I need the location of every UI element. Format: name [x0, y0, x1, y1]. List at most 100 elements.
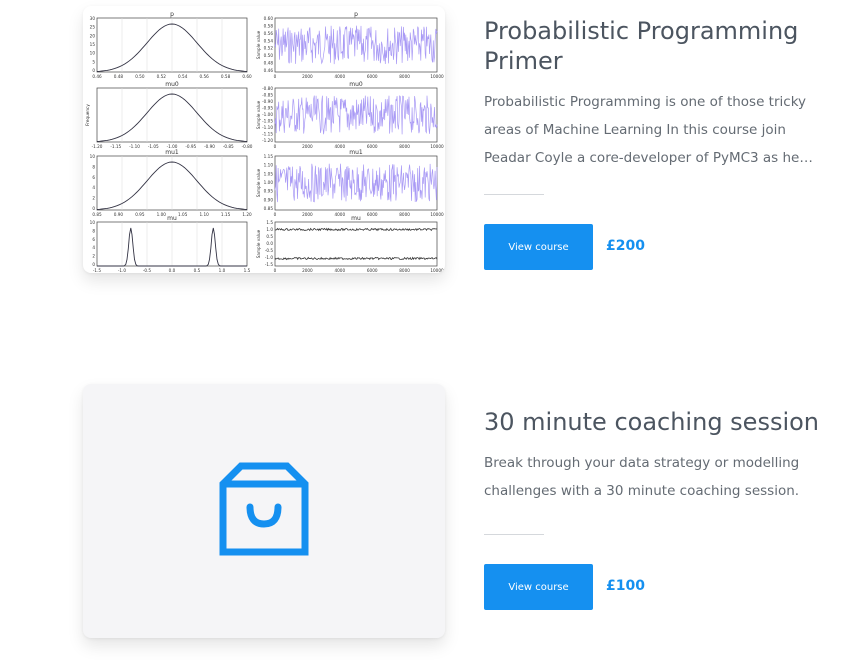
trace-xtick: 6000 [367, 74, 378, 79]
trace-xtick: 2000 [302, 74, 313, 79]
density-ytick: 15 [90, 42, 96, 47]
trace-ytick: 1.0 [266, 227, 273, 232]
trace-ytick: 0.52 [264, 46, 274, 51]
density-ytick: 4 [92, 185, 95, 190]
trace-ytick: 0.85 [264, 206, 274, 211]
trace-ytick: 1.00 [264, 180, 274, 185]
trace-xtick: 4000 [334, 144, 345, 149]
density-ylabel: Frequency [85, 104, 90, 126]
trace-title: mu0 [349, 81, 363, 88]
density-title: mu1 [165, 149, 179, 156]
divider [484, 194, 544, 195]
trace-ytick: -0.5 [265, 248, 274, 253]
trace-ylabel: Sample value [256, 229, 261, 258]
trace-ylabel: Sample value [256, 30, 261, 59]
course-image-placeholder[interactable] [83, 384, 445, 638]
trace-ytick: -1.5 [265, 262, 274, 267]
density-ytick: 10 [90, 51, 96, 56]
course-title[interactable]: 30 minute coaching session [484, 407, 844, 437]
course-description: Probabilistic Programming is one of thos… [484, 88, 824, 172]
trace-ytick: 1.5 [266, 220, 273, 225]
view-course-button[interactable]: View course [484, 224, 593, 270]
trace-ytick: 0.0 [266, 241, 273, 246]
density-xtick: -1.05 [148, 144, 159, 149]
density-xtick: -0.5 [143, 268, 152, 273]
trace-ytick: 0.5 [266, 234, 273, 239]
shopping-bag-icon [219, 462, 309, 556]
density-xtick: 1.20 [242, 212, 252, 217]
trace-xtick: 0 [274, 268, 277, 273]
density-xtick: 0.54 [178, 74, 188, 79]
density-ytick: 0 [92, 206, 95, 211]
trace-xtick: 6000 [367, 212, 378, 217]
density-title: p [170, 11, 174, 18]
description-line: challenges with a 30 minute coaching ses… [484, 483, 800, 499]
density-ytick: 8 [92, 228, 95, 233]
trace-ytick: -1.0 [265, 255, 274, 260]
course-price: £100 [606, 578, 645, 594]
density-xtick: 0.60 [242, 74, 252, 79]
divider [484, 534, 544, 535]
description-line: Break through your data strategy or mode… [484, 455, 800, 471]
trace-ytick: 1.10 [264, 163, 274, 168]
density-xtick: -1.10 [129, 144, 140, 149]
trace-xtick: 10000 [430, 74, 444, 79]
density-xtick: -0.85 [223, 144, 234, 149]
course-title[interactable]: Probabilistic Programming Primer [484, 16, 844, 76]
course-price: £200 [606, 238, 645, 254]
density-xtick: -0.95 [185, 144, 196, 149]
trace-xtick: 8000 [399, 144, 410, 149]
trace-xtick: 4000 [334, 268, 345, 273]
density-ytick: 2 [92, 196, 95, 201]
density-xtick: 0.52 [157, 74, 167, 79]
density-ytick: 10 [90, 220, 96, 225]
trace-xtick: 4000 [334, 74, 345, 79]
density-ytick: 4 [92, 245, 95, 250]
density-xtick: -1.0 [118, 268, 127, 273]
trace-xtick: 6000 [367, 144, 378, 149]
density-ytick: 0 [92, 68, 95, 73]
density-xtick: 0.5 [194, 268, 201, 273]
trace-xtick: 10000 [430, 212, 444, 217]
trace-ytick: 0.50 [264, 53, 274, 58]
view-course-button[interactable]: View course [484, 564, 593, 610]
trace-ytick: 0.54 [264, 38, 274, 43]
density-xtick: 1.05 [178, 212, 188, 217]
trace-ytick: 0.95 [264, 189, 274, 194]
trace-ytick: 0.56 [264, 31, 274, 36]
trace-xtick: 0 [274, 212, 277, 217]
trace-ylabel: Sample value [256, 168, 261, 197]
trace-ytick: 1.05 [264, 171, 274, 176]
trace-ytick: -1.20 [262, 138, 273, 143]
density-xtick: -0.90 [204, 144, 215, 149]
trace-xtick: 8000 [399, 268, 410, 273]
density-xtick: 0.50 [135, 74, 145, 79]
trace-title: p [354, 11, 358, 18]
density-ytick: 5 [92, 59, 95, 64]
trace-xtick: 4000 [334, 212, 345, 217]
trace-ytick: 0.90 [264, 197, 274, 202]
trace-ytick: -1.10 [262, 125, 273, 130]
density-xtick: -1.5 [93, 268, 102, 273]
density-ytick: 6 [92, 175, 95, 180]
trace-xtick: 0 [274, 74, 277, 79]
trace-ytick: 0.58 [264, 23, 274, 28]
trace-xtick: 2000 [302, 212, 313, 217]
density-xtick: 0.0 [169, 268, 176, 273]
trace-ytick: -0.95 [262, 106, 273, 111]
trace-xtick: 8000 [399, 74, 410, 79]
density-xtick: 1.0 [219, 268, 226, 273]
density-xtick: -0.80 [242, 144, 253, 149]
trace-ytick: -1.05 [262, 119, 273, 124]
trace-ytick: -1.00 [262, 112, 273, 117]
density-ytick: 10 [90, 154, 96, 159]
trace-ylabel: Sample value [256, 100, 261, 129]
density-ytick: 6 [92, 237, 95, 242]
density-xtick: 0.95 [135, 212, 145, 217]
trace-xtick: 8000 [399, 212, 410, 217]
density-xtick: 0.58 [221, 74, 231, 79]
trace-xtick: 10000 [430, 144, 444, 149]
course-description: Break through your data strategy or mode… [484, 449, 824, 505]
trace-title: mu1 [349, 149, 363, 156]
course-image-trace-plot[interactable]: p 0.46 0.48 0.50 0.52 0.54 0.56 0.58 0.60 30 25 20 1… [83, 6, 445, 273]
